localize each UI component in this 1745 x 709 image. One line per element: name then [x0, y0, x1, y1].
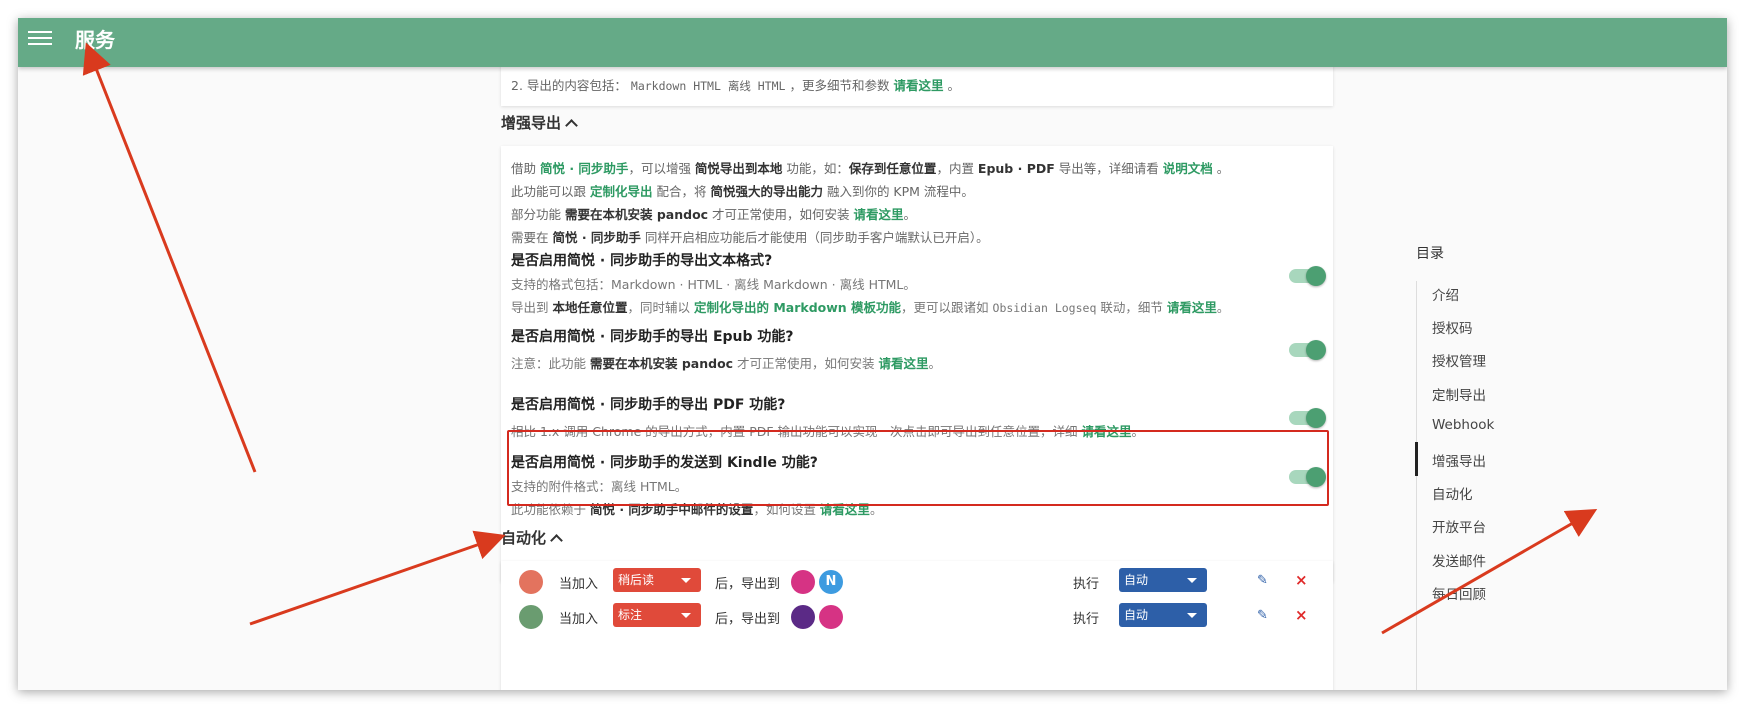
chevron-up-icon — [550, 534, 563, 547]
toc-active-indicator — [1415, 442, 1418, 476]
toc-rail — [1416, 281, 1417, 690]
chevron-down-icon — [681, 613, 691, 618]
toggle-knob — [1306, 266, 1326, 286]
chevron-down-icon — [681, 578, 691, 583]
automation-row: 当加入 稍后读 后，导出到 N 执行 自动 ✎ × — [501, 566, 1333, 598]
table-of-contents: 目录 介绍 授权码 授权管理 定制导出 Webhook 增强导出 自动化 开放平… — [1415, 18, 1576, 690]
toc-item-intro[interactable]: 介绍 — [1432, 284, 1459, 304]
service-icon[interactable] — [819, 605, 843, 629]
note-line: 部分功能 需要在本机安装 pandoc 才可正常使用，如何安装 请看这里。 — [511, 207, 917, 222]
edit-icon[interactable]: ✎ — [1257, 573, 1268, 588]
notion-icon[interactable]: N — [819, 570, 843, 594]
toggle-knob — [1306, 408, 1326, 428]
export-content-line: 2. 导出的内容包括： Markdown HTML 离线 HTML ，更多细节和… — [511, 78, 960, 93]
note-line: 此功能可以跟 定制化导出 配合，将 简悦强大的导出能力 融入到你的 KPM 流程… — [511, 184, 974, 199]
trigger-select[interactable]: 标注 — [613, 603, 701, 627]
menu-icon[interactable] — [28, 27, 52, 49]
toc-item-license[interactable]: 授权码 — [1432, 317, 1473, 337]
toc-item-custom-export[interactable]: 定制导出 — [1432, 384, 1486, 404]
highlight-box — [507, 430, 1329, 506]
option-desc: 注意：此功能 需要在本机安装 pandoc 才可正常使用，如何安装 请看这里。 — [511, 356, 942, 371]
option-desc: 导出到 本地任意位置，同时辅以 定制化导出的 Markdown 模板功能，更可以… — [511, 300, 1230, 315]
toc-item-license-management[interactable]: 授权管理 — [1432, 350, 1486, 370]
toc-item-daily-review[interactable]: 每日回顾 — [1432, 583, 1486, 603]
section-heading-enhanced-export[interactable]: 增强导出 — [501, 112, 578, 133]
toc-item-enhanced-export[interactable]: 增强导出 — [1432, 450, 1486, 470]
app-window: 服务 2. 导出的内容包括： Markdown HTML 离线 HTML ，更多… — [18, 18, 1727, 690]
toc-item-webhook[interactable]: Webhook — [1432, 417, 1494, 433]
toggle-pdf[interactable] — [1289, 408, 1326, 428]
automation-row: 当加入 标注 后，导出到 执行 自动 ✎ × — [501, 601, 1333, 633]
note-line: 需要在 简悦 · 同步助手 同样开启相应功能后才能使用（同步助手客户端默认已开启… — [511, 230, 989, 245]
service-icon[interactable] — [791, 605, 815, 629]
option-title-pdf: 是否启用简悦 · 同步助手的导出 PDF 功能? — [511, 397, 786, 413]
delete-icon[interactable]: × — [1295, 571, 1308, 589]
main-content: 2. 导出的内容包括： Markdown HTML 离线 HTML ，更多细节和… — [501, 18, 1333, 690]
toggle-epub[interactable] — [1289, 340, 1326, 360]
mode-select[interactable]: 自动 — [1119, 568, 1207, 592]
highlight-icon — [519, 605, 543, 629]
mode-select[interactable]: 自动 — [1119, 603, 1207, 627]
option-desc: 支持的格式包括：Markdown · HTML · 离线 Markdown · … — [511, 277, 916, 292]
toc-title: 目录 — [1416, 246, 1444, 262]
toc-item-send-email[interactable]: 发送邮件 — [1432, 550, 1486, 570]
delete-icon[interactable]: × — [1295, 606, 1308, 624]
chevron-down-icon — [1187, 613, 1197, 618]
chevron-down-icon — [1187, 578, 1197, 583]
read-later-icon — [519, 570, 543, 594]
toggle-text-format[interactable] — [1289, 266, 1326, 286]
option-title-text-format: 是否启用简悦 · 同步助手的导出文本格式? — [511, 253, 773, 269]
automation-card: 当加入 稍后读 后，导出到 N 执行 自动 ✎ × 当加入 标注 后，导出到 执… — [501, 561, 1333, 690]
enhanced-export-card: 借助 简悦 · 同步助手，可以增强 简悦导出到本地 功能，如：保存到任意位置，内… — [501, 146, 1333, 582]
toggle-knob — [1306, 340, 1326, 360]
note-line: 借助 简悦 · 同步助手，可以增强 简悦导出到本地 功能，如：保存到任意位置，内… — [511, 161, 1230, 176]
app-bar: 服务 — [18, 18, 1727, 67]
section-heading-automation[interactable]: 自动化 — [501, 527, 563, 548]
toc-item-automation[interactable]: 自动化 — [1432, 483, 1473, 503]
option-title-epub: 是否启用简悦 · 同步助手的导出 Epub 功能? — [511, 329, 794, 345]
toc-item-open-platform[interactable]: 开放平台 — [1432, 516, 1486, 536]
chevron-up-icon — [565, 119, 578, 132]
see-here-link[interactable]: 请看这里 — [893, 78, 943, 93]
service-icon[interactable] — [791, 570, 815, 594]
page-title: 服务 — [75, 28, 115, 52]
trigger-select[interactable]: 稍后读 — [613, 568, 701, 592]
edit-icon[interactable]: ✎ — [1257, 608, 1268, 623]
